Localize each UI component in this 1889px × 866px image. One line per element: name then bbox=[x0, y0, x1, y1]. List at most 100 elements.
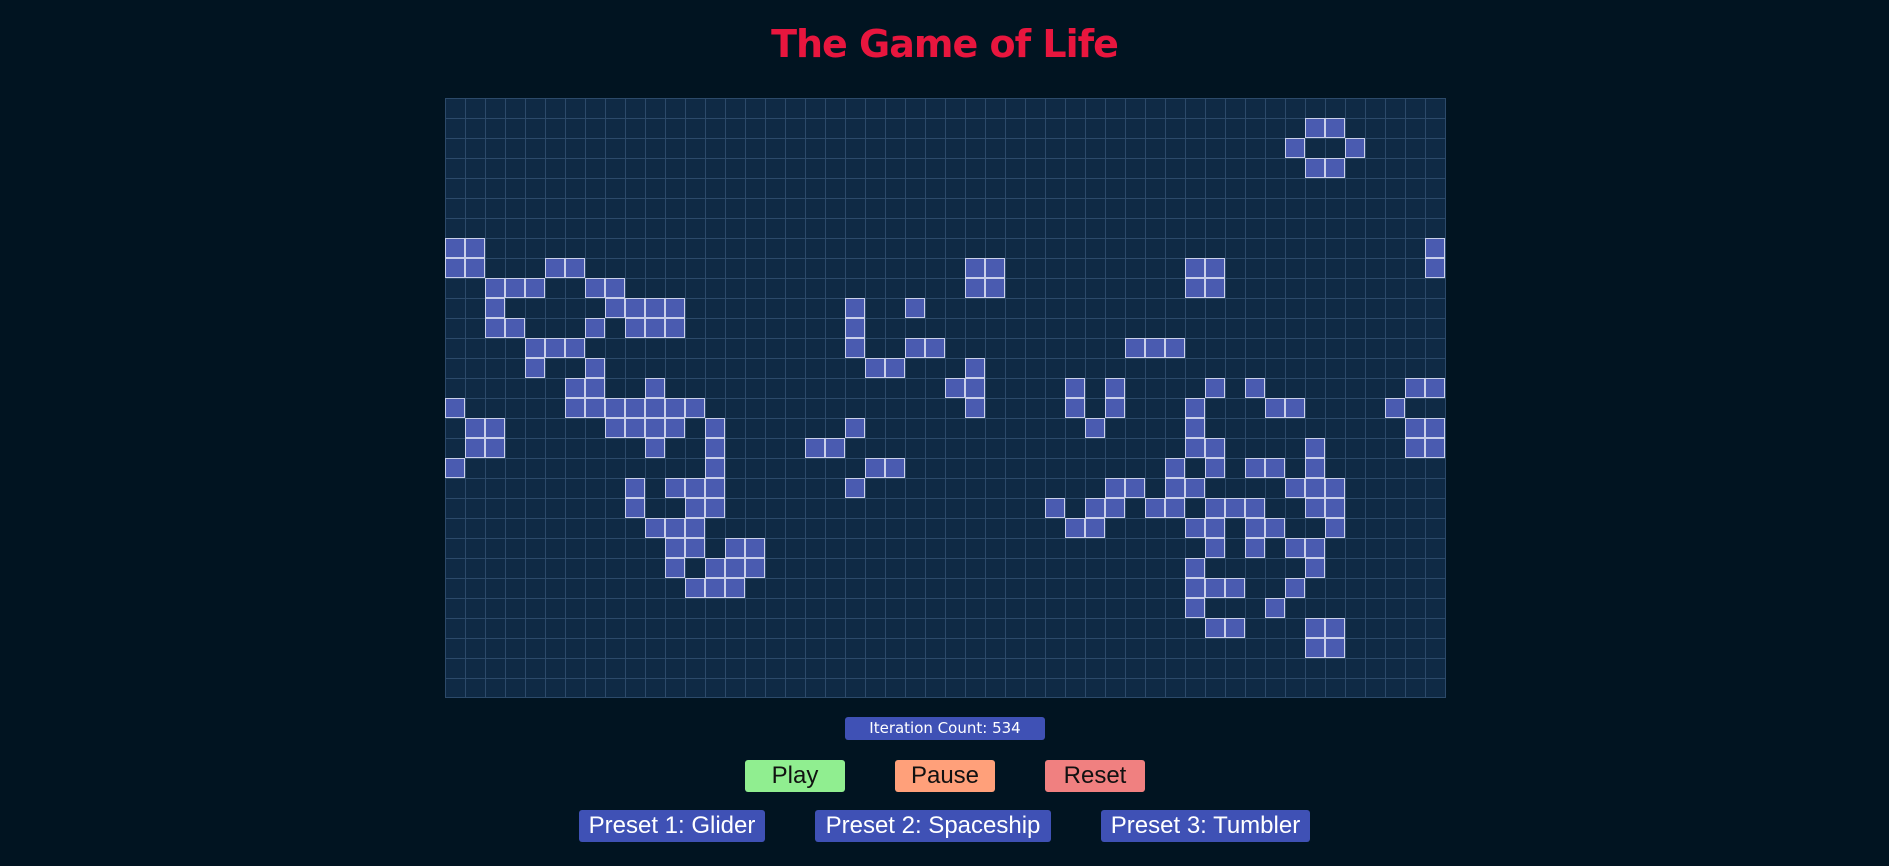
dead-cell[interactable] bbox=[585, 538, 605, 558]
dead-cell[interactable] bbox=[765, 558, 785, 578]
dead-cell[interactable] bbox=[1425, 138, 1445, 158]
dead-cell[interactable] bbox=[845, 578, 865, 598]
dead-cell[interactable] bbox=[1145, 98, 1165, 118]
alive-cell[interactable] bbox=[1265, 598, 1285, 618]
dead-cell[interactable] bbox=[1105, 658, 1125, 678]
dead-cell[interactable] bbox=[1205, 98, 1225, 118]
dead-cell[interactable] bbox=[665, 378, 685, 398]
dead-cell[interactable] bbox=[1205, 418, 1225, 438]
dead-cell[interactable] bbox=[1225, 398, 1245, 418]
dead-cell[interactable] bbox=[905, 198, 925, 218]
alive-cell[interactable] bbox=[1425, 378, 1445, 398]
dead-cell[interactable] bbox=[545, 478, 565, 498]
dead-cell[interactable] bbox=[845, 518, 865, 538]
dead-cell[interactable] bbox=[605, 158, 625, 178]
dead-cell[interactable] bbox=[1345, 658, 1365, 678]
dead-cell[interactable] bbox=[1085, 238, 1105, 258]
dead-cell[interactable] bbox=[1265, 158, 1285, 178]
alive-cell[interactable] bbox=[1385, 398, 1405, 418]
dead-cell[interactable] bbox=[465, 218, 485, 238]
dead-cell[interactable] bbox=[1185, 238, 1205, 258]
dead-cell[interactable] bbox=[1245, 438, 1265, 458]
dead-cell[interactable] bbox=[1245, 258, 1265, 278]
dead-cell[interactable] bbox=[1305, 98, 1325, 118]
dead-cell[interactable] bbox=[1385, 498, 1405, 518]
dead-cell[interactable] bbox=[985, 398, 1005, 418]
dead-cell[interactable] bbox=[925, 458, 945, 478]
dead-cell[interactable] bbox=[725, 638, 745, 658]
dead-cell[interactable] bbox=[1225, 478, 1245, 498]
dead-cell[interactable] bbox=[1065, 498, 1085, 518]
dead-cell[interactable] bbox=[1045, 178, 1065, 198]
dead-cell[interactable] bbox=[945, 298, 965, 318]
dead-cell[interactable] bbox=[925, 158, 945, 178]
dead-cell[interactable] bbox=[1325, 318, 1345, 338]
dead-cell[interactable] bbox=[1425, 338, 1445, 358]
dead-cell[interactable] bbox=[965, 678, 985, 698]
dead-cell[interactable] bbox=[845, 538, 865, 558]
dead-cell[interactable] bbox=[645, 218, 665, 238]
dead-cell[interactable] bbox=[1105, 578, 1125, 598]
dead-cell[interactable] bbox=[765, 338, 785, 358]
dead-cell[interactable] bbox=[585, 238, 605, 258]
dead-cell[interactable] bbox=[925, 138, 945, 158]
dead-cell[interactable] bbox=[1025, 158, 1045, 178]
dead-cell[interactable] bbox=[685, 638, 705, 658]
dead-cell[interactable] bbox=[1365, 478, 1385, 498]
dead-cell[interactable] bbox=[905, 458, 925, 478]
dead-cell[interactable] bbox=[605, 558, 625, 578]
dead-cell[interactable] bbox=[1085, 118, 1105, 138]
dead-cell[interactable] bbox=[1405, 178, 1425, 198]
dead-cell[interactable] bbox=[605, 658, 625, 678]
dead-cell[interactable] bbox=[985, 318, 1005, 338]
dead-cell[interactable] bbox=[985, 478, 1005, 498]
dead-cell[interactable] bbox=[1025, 538, 1045, 558]
dead-cell[interactable] bbox=[1325, 558, 1345, 578]
dead-cell[interactable] bbox=[865, 158, 885, 178]
dead-cell[interactable] bbox=[705, 678, 725, 698]
dead-cell[interactable] bbox=[1025, 178, 1045, 198]
dead-cell[interactable] bbox=[845, 118, 865, 138]
alive-cell[interactable] bbox=[485, 318, 505, 338]
dead-cell[interactable] bbox=[505, 178, 525, 198]
dead-cell[interactable] bbox=[685, 378, 705, 398]
dead-cell[interactable] bbox=[1405, 558, 1425, 578]
dead-cell[interactable] bbox=[1265, 478, 1285, 498]
dead-cell[interactable] bbox=[945, 118, 965, 138]
dead-cell[interactable] bbox=[485, 378, 505, 398]
dead-cell[interactable] bbox=[1425, 638, 1445, 658]
dead-cell[interactable] bbox=[925, 118, 945, 138]
dead-cell[interactable] bbox=[985, 658, 1005, 678]
alive-cell[interactable] bbox=[1285, 138, 1305, 158]
alive-cell[interactable] bbox=[645, 418, 665, 438]
dead-cell[interactable] bbox=[725, 318, 745, 338]
dead-cell[interactable] bbox=[1225, 118, 1245, 138]
dead-cell[interactable] bbox=[645, 278, 665, 298]
dead-cell[interactable] bbox=[745, 578, 765, 598]
dead-cell[interactable] bbox=[665, 98, 685, 118]
dead-cell[interactable] bbox=[605, 598, 625, 618]
dead-cell[interactable] bbox=[925, 678, 945, 698]
dead-cell[interactable] bbox=[1045, 578, 1065, 598]
dead-cell[interactable] bbox=[945, 678, 965, 698]
dead-cell[interactable] bbox=[485, 238, 505, 258]
alive-cell[interactable] bbox=[965, 258, 985, 278]
dead-cell[interactable] bbox=[465, 278, 485, 298]
dead-cell[interactable] bbox=[805, 198, 825, 218]
dead-cell[interactable] bbox=[805, 418, 825, 438]
dead-cell[interactable] bbox=[465, 658, 485, 678]
dead-cell[interactable] bbox=[605, 578, 625, 598]
dead-cell[interactable] bbox=[1225, 338, 1245, 358]
dead-cell[interactable] bbox=[485, 618, 505, 638]
dead-cell[interactable] bbox=[725, 398, 745, 418]
dead-cell[interactable] bbox=[1265, 138, 1285, 158]
dead-cell[interactable] bbox=[925, 278, 945, 298]
dead-cell[interactable] bbox=[765, 498, 785, 518]
dead-cell[interactable] bbox=[1305, 358, 1325, 378]
alive-cell[interactable] bbox=[1185, 278, 1205, 298]
dead-cell[interactable] bbox=[1425, 298, 1445, 318]
dead-cell[interactable] bbox=[1065, 638, 1085, 658]
dead-cell[interactable] bbox=[805, 318, 825, 338]
dead-cell[interactable] bbox=[1125, 378, 1145, 398]
dead-cell[interactable] bbox=[1285, 318, 1305, 338]
